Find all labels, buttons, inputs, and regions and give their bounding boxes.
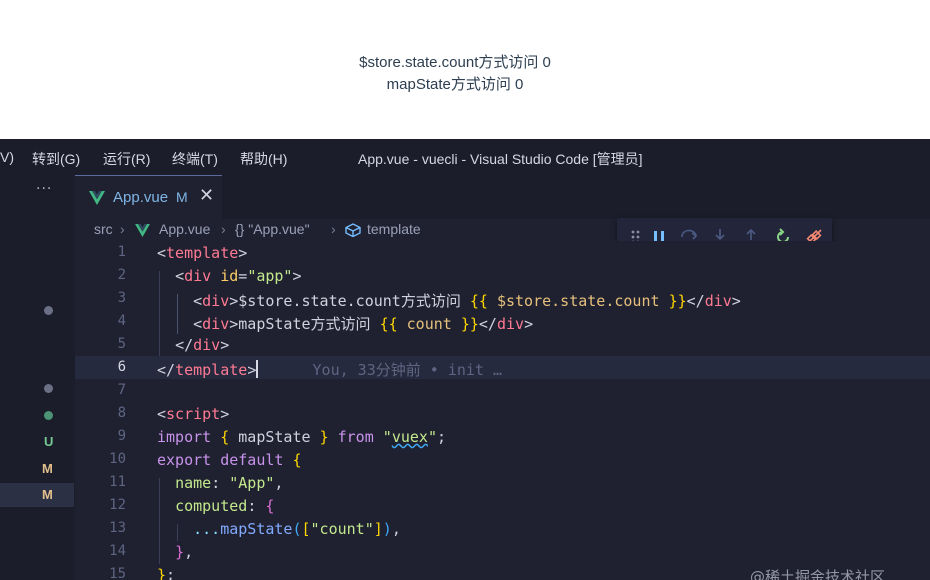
code-line: 4 <div>mapState方式访问 {{ count }}</div> [75, 310, 930, 333]
menu-selection[interactable]: V) [0, 149, 14, 165]
vscode-window: V) 转到(G) 运行(R) 终端(T) 帮助(H) App.vue - vue… [0, 139, 930, 580]
chevron-right-icon: › [120, 221, 125, 237]
title-bar: V) 转到(G) 运行(R) 终端(T) 帮助(H) App.vue - vue… [0, 139, 930, 175]
code-line: 8 <script> [75, 402, 930, 425]
code-text: </template> You, 33分钟前 • init … [157, 360, 503, 379]
tab-bar: App.vue M ✕ [75, 175, 930, 219]
code-line: 13 ...mapState(["count"]), [75, 517, 930, 540]
code-text: <script> [157, 405, 230, 423]
side-bar: ··· U M M [0, 175, 75, 580]
vue-icon [135, 224, 150, 237]
git-blame-annotation: You, 33分钟前 • init … [312, 361, 503, 379]
line-number: 2 [117, 267, 126, 283]
code-line: 7 [75, 379, 930, 402]
code-line-current: 6 </template> You, 33分钟前 • init … [75, 356, 930, 379]
menu-help[interactable]: 帮助(H) [240, 149, 287, 169]
line-number: 10 [109, 451, 126, 467]
app-preview: $store.state.count方式访问 0 mapState方式访问 0 [0, 0, 930, 139]
code-line: 12 computed: { [75, 494, 930, 517]
line-number: 13 [109, 520, 126, 536]
decoration-dot [44, 384, 53, 393]
code-line: 3 <div>$store.state.count方式访问 {{ $store.… [75, 287, 930, 310]
watermark: @稀土掘金技术社区 [750, 568, 886, 580]
line-number: 7 [117, 382, 126, 398]
code-text: name: "App", [175, 474, 284, 492]
tab-app-vue[interactable]: App.vue M ✕ [75, 175, 222, 219]
code-text: import { mapState } from "vuex"; [157, 428, 446, 446]
breadcrumb-src[interactable]: src [94, 221, 113, 237]
line-number: 11 [109, 474, 126, 490]
code-line: 1 <template> [75, 241, 930, 264]
code-text: }, [175, 543, 194, 561]
code-line: 2 <div id="app"> [75, 264, 930, 287]
breadcrumb-file[interactable]: App.vue [159, 221, 210, 237]
store-count-text: $store.state.count方式访问 0 [359, 54, 551, 71]
text-cursor [256, 360, 259, 378]
untracked-dot [44, 411, 53, 420]
code-text: <div>$store.state.count方式访问 {{ $store.st… [193, 292, 741, 310]
code-line: 5 </div> [75, 333, 930, 356]
vue-icon [89, 191, 105, 205]
line-number: 3 [117, 290, 126, 306]
chevron-right-icon: › [331, 221, 336, 237]
code-text: <template> [157, 244, 248, 262]
line-number: 12 [109, 497, 126, 513]
line-number: 4 [117, 313, 126, 329]
modified-badge: M [42, 487, 53, 502]
more-actions-icon[interactable]: ··· [36, 181, 52, 197]
close-icon[interactable]: ✕ [199, 185, 214, 206]
selected-file-row[interactable] [0, 483, 74, 507]
line-number: 6 [117, 359, 126, 375]
tab-modified-indicator: M [176, 189, 188, 205]
window-title: App.vue - vuecli - Visual Studio Code [管… [358, 151, 643, 167]
decoration-dot [44, 306, 53, 315]
line-number: 9 [117, 428, 126, 444]
chevron-right-icon: › [221, 221, 226, 237]
menu-terminal[interactable]: 终端(T) [172, 149, 218, 169]
tab-label: App.vue [113, 189, 169, 206]
line-number: 5 [117, 336, 126, 352]
untracked-badge: U [44, 434, 54, 449]
breadcrumb-module[interactable]: {} "App.vue" [235, 221, 310, 237]
code-text: <div id="app"> [175, 267, 302, 285]
line-number: 8 [117, 405, 126, 421]
code-text: export default { [157, 451, 302, 469]
menu-goto[interactable]: 转到(G) [32, 149, 80, 169]
code-text: </div> [175, 336, 230, 354]
code-editor[interactable]: 1 <template> 2 <div id="app"> 3 <div>$st… [75, 241, 930, 580]
line-number: 1 [117, 244, 126, 260]
modified-badge: M [42, 461, 53, 476]
mapstate-count-text: mapState方式访问 0 [386, 76, 524, 93]
code-line: 11 name: "App", [75, 471, 930, 494]
line-number: 15 [109, 566, 126, 580]
line-number: 14 [109, 543, 126, 559]
code-line: 9 import { mapState } from "vuex"; [75, 425, 930, 448]
code-text: <div>mapState方式访问 {{ count }}</div> [193, 315, 534, 333]
code-text: }; [157, 566, 176, 580]
menu-run[interactable]: 运行(R) [103, 149, 150, 169]
code-line: 14 }, [75, 540, 930, 563]
symbol-field-icon [345, 223, 361, 237]
code-line: 10 export default { [75, 448, 930, 471]
code-text: computed: { [175, 497, 275, 515]
code-text: ...mapState(["count"]), [193, 520, 401, 538]
breadcrumb-template[interactable]: template [367, 221, 421, 237]
